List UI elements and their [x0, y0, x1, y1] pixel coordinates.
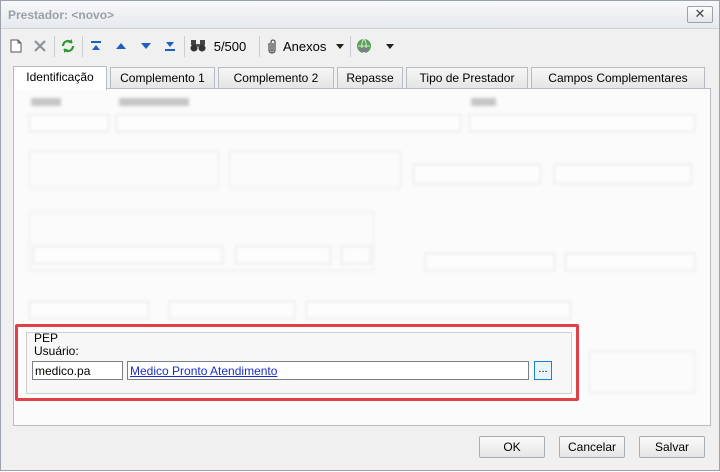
- window-title: Prestador: <novo>: [8, 8, 115, 22]
- toolbar-separator: [82, 36, 83, 57]
- tab-complemento-2[interactable]: Complemento 2: [218, 67, 334, 89]
- paperclip-icon: [265, 38, 279, 54]
- last-record-icon[interactable]: [161, 36, 179, 56]
- previous-record-icon[interactable]: [112, 36, 130, 56]
- tab-complemento-1[interactable]: Complemento 1: [110, 67, 215, 89]
- tab-identificacao[interactable]: Identificação: [13, 66, 107, 90]
- toolbar-separator: [54, 36, 55, 57]
- title-bar: Prestador: <novo> ✕: [1, 1, 719, 29]
- chevron-down-icon: [386, 43, 394, 49]
- save-button[interactable]: Salvar: [639, 436, 705, 458]
- close-icon: ✕: [694, 6, 706, 21]
- first-record-icon[interactable]: [87, 36, 105, 56]
- ok-button[interactable]: OK: [479, 436, 545, 458]
- toolbar-separator: [184, 36, 185, 57]
- tab-campos-complementares[interactable]: Campos Complementares: [531, 67, 705, 89]
- tab-bar: Identificação Complemento 1 Complemento …: [13, 66, 713, 90]
- next-record-icon[interactable]: [137, 36, 155, 56]
- new-document-icon[interactable]: [7, 36, 25, 56]
- tab-tipo-de-prestador[interactable]: Tipo de Prestador: [406, 67, 528, 89]
- toolbar-separator: [350, 36, 351, 57]
- refresh-icon[interactable]: [59, 36, 77, 56]
- globe-icon: [356, 38, 372, 54]
- chevron-down-icon: [336, 43, 345, 49]
- highlight-frame: [15, 324, 579, 401]
- globe-menu-button[interactable]: [356, 36, 400, 56]
- toolbar-separator: [259, 36, 260, 57]
- attachments-label: Anexos: [283, 38, 327, 54]
- cancel-button[interactable]: Cancelar: [559, 436, 625, 458]
- binoculars-icon[interactable]: [188, 36, 208, 56]
- close-button[interactable]: ✕: [687, 6, 713, 23]
- dialog-window: Prestador: <novo> ✕ 5/500 Anexos Identif…: [0, 0, 720, 471]
- toolbar: 5/500 Anexos: [1, 32, 719, 60]
- attachments-button[interactable]: Anexos: [265, 36, 355, 56]
- record-counter: 5/500: [213, 38, 247, 54]
- delete-icon[interactable]: [31, 36, 49, 56]
- tab-repasse[interactable]: Repasse: [337, 67, 403, 89]
